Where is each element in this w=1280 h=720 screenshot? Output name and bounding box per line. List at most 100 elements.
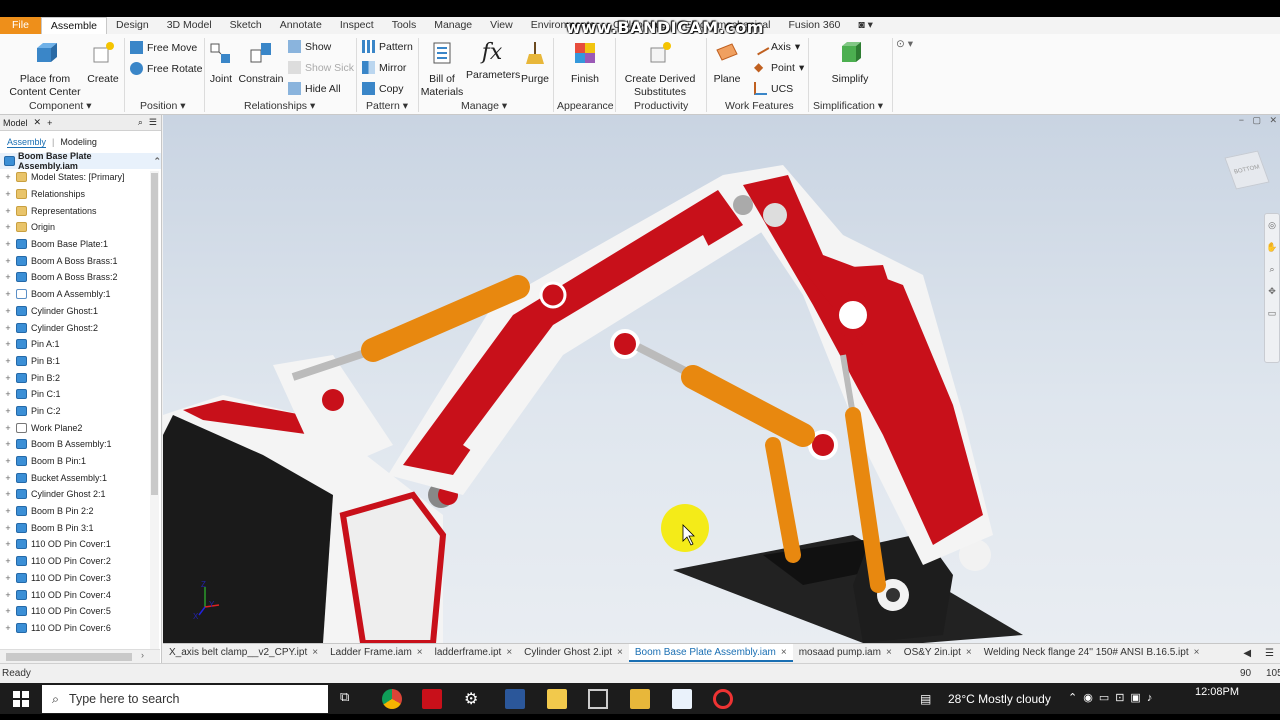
- document-tab[interactable]: Welding Neck flange 24'' 150# ANSI B.16.…: [978, 644, 1206, 662]
- place-from-content-center-button[interactable]: Place from Content Center: [6, 40, 84, 99]
- create-component-button[interactable]: Create: [86, 40, 120, 86]
- document-tab[interactable]: Boom Base Plate Assembly.iam ×: [628, 644, 793, 662]
- group-manage[interactable]: Manage ▾: [461, 100, 507, 112]
- tree-item[interactable]: +110 OD Pin Cover:5: [0, 603, 161, 620]
- expand-icon[interactable]: +: [4, 439, 12, 449]
- hide-all-button[interactable]: Hide All: [288, 82, 341, 95]
- mirror-button[interactable]: Mirror: [362, 61, 406, 74]
- group-position[interactable]: Position ▾: [140, 100, 186, 112]
- expand-icon[interactable]: +: [4, 256, 12, 266]
- tab-design[interactable]: Design: [107, 17, 158, 34]
- tree-item[interactable]: + Pin B:1: [0, 353, 161, 370]
- expand-icon[interactable]: +: [4, 489, 12, 499]
- tree-item[interactable]: + Boom A Assembly:1: [0, 286, 161, 303]
- close-tab-icon[interactable]: ×: [617, 644, 623, 662]
- tree-item[interactable]: +110 OD Pin Cover:3: [0, 570, 161, 587]
- tree-item[interactable]: + Work Plane2: [0, 419, 161, 436]
- tree-root[interactable]: Boom Base Plate Assembly.iam ⌃: [0, 151, 161, 171]
- create-derived-substitutes-button[interactable]: Create Derived Substitutes: [620, 40, 700, 99]
- tree-item[interactable]: + Model States: [Primary]: [0, 169, 161, 186]
- tab-fusion-360[interactable]: Fusion 360: [779, 17, 849, 34]
- bandicam-record-icon[interactable]: [713, 689, 733, 709]
- document-tab[interactable]: ladderframe.ipt ×: [429, 644, 519, 662]
- search-icon[interactable]: ⌕: [138, 117, 143, 128]
- browser-horizontal-scrollbar[interactable]: ›: [0, 649, 160, 663]
- tree-item[interactable]: + Bucket Assembly:1: [0, 469, 161, 486]
- system-tray-icons[interactable]: ⌃◉▭⊡▣♪: [1068, 691, 1158, 704]
- tree-item[interactable]: +110 OD Pin Cover:1: [0, 536, 161, 553]
- group-component[interactable]: Component ▾: [29, 100, 92, 112]
- tree-item[interactable]: + Cylinder Ghost:2: [0, 319, 161, 336]
- expand-icon[interactable]: +: [4, 573, 12, 583]
- taskbar-search-box[interactable]: ⌕ Type here to search: [42, 685, 328, 713]
- group-simplification[interactable]: Simplification ▾: [813, 100, 883, 112]
- axis-button[interactable]: Axis ▾: [751, 37, 800, 56]
- expand-icon[interactable]: +: [4, 506, 12, 516]
- tree-item[interactable]: + Boom B Assembly:1: [0, 436, 161, 453]
- document-tab[interactable]: mosaad pump.iam ×: [793, 644, 898, 662]
- finish-button[interactable]: Finish: [560, 40, 610, 86]
- tab-file[interactable]: File: [0, 17, 41, 34]
- expand-icon[interactable]: +: [4, 323, 12, 333]
- tree-item[interactable]: + Boom A Boss Brass:1: [0, 252, 161, 269]
- orbit-icon[interactable]: ✥: [1265, 280, 1279, 302]
- close-tab-icon[interactable]: ×: [1194, 644, 1200, 662]
- tree-item[interactable]: + Pin B:2: [0, 369, 161, 386]
- inventor-icon[interactable]: [630, 689, 650, 709]
- joint-button[interactable]: Joint: [206, 40, 236, 86]
- tree-item[interactable]: + Origin: [0, 219, 161, 236]
- simplify-button[interactable]: Simplify: [826, 40, 874, 86]
- group-relationships[interactable]: Relationships ▾: [244, 100, 315, 112]
- settings-gear-icon[interactable]: ⚙: [464, 689, 484, 709]
- point-button[interactable]: ◆ Point ▾: [754, 61, 804, 74]
- close-icon[interactable]: ✕: [34, 117, 42, 128]
- document-tab[interactable]: Ladder Frame.iam ×: [324, 644, 429, 662]
- show-button[interactable]: Show: [288, 40, 331, 53]
- windows-start-icon[interactable]: [11, 689, 31, 709]
- tree-item[interactable]: +110 OD Pin Cover:6: [0, 620, 161, 637]
- expand-icon[interactable]: +: [4, 339, 12, 349]
- weather-icon[interactable]: ▤: [920, 692, 931, 706]
- group-pattern[interactable]: Pattern ▾: [366, 100, 408, 112]
- expand-icon[interactable]: +: [4, 473, 12, 483]
- expand-icon[interactable]: +: [4, 306, 12, 316]
- clock[interactable]: 12:08PM: [1195, 686, 1239, 698]
- expand-icon[interactable]: +: [4, 172, 12, 182]
- close-tab-icon[interactable]: ×: [966, 644, 972, 662]
- tree-item[interactable]: + Relationships: [0, 186, 161, 203]
- navigation-bar[interactable]: ◎ ✋ ⌕ ✥ ▭: [1264, 213, 1280, 363]
- tab-view[interactable]: View: [481, 17, 522, 34]
- view-toggle-icon[interactable]: ◙ ▾: [849, 17, 882, 34]
- close-tab-icon[interactable]: ×: [781, 644, 787, 660]
- tab-manage[interactable]: Manage: [425, 17, 481, 34]
- free-rotate-button[interactable]: Free Rotate: [130, 62, 202, 75]
- plane-button[interactable]: Plane: [710, 40, 744, 86]
- expand-icon[interactable]: +: [4, 239, 12, 249]
- graphics-viewport[interactable]: Z Y X BOTTOM − ▢ ✕ ◎ ✋ ⌕ ✥ ▭: [163, 115, 1280, 643]
- document-tab[interactable]: Cylinder Ghost 2.ipt ×: [518, 644, 629, 662]
- expand-icon[interactable]: +: [4, 189, 12, 199]
- expand-icon[interactable]: +: [4, 523, 12, 533]
- tree-item[interactable]: + Boom B Pin 3:1: [0, 519, 161, 536]
- collapse-icon[interactable]: ⌃: [153, 156, 161, 167]
- tree-item[interactable]: +110 OD Pin Cover:4: [0, 586, 161, 603]
- add-panel-icon[interactable]: +: [47, 118, 52, 128]
- constrain-button[interactable]: Constrain: [238, 40, 284, 86]
- document-tab[interactable]: OS&Y 2in.ipt ×: [898, 644, 978, 662]
- file-explorer-icon[interactable]: [547, 689, 567, 709]
- pattern-button[interactable]: Pattern: [362, 40, 413, 53]
- task-view-icon[interactable]: ⧉: [340, 689, 360, 709]
- bill-of-materials-button[interactable]: Bill of Materials: [420, 40, 464, 99]
- viewport-window-controls[interactable]: − ▢ ✕: [1239, 115, 1280, 126]
- ucs-button[interactable]: UCS: [754, 82, 793, 95]
- expand-icon[interactable]: +: [4, 389, 12, 399]
- expand-icon[interactable]: +: [4, 606, 12, 616]
- tree-item[interactable]: + Cylinder Ghost 2:1: [0, 486, 161, 503]
- copy-button[interactable]: Copy: [362, 82, 404, 95]
- tab-menu-icon[interactable]: ☰: [1259, 648, 1280, 659]
- expand-icon[interactable]: +: [4, 289, 12, 299]
- chrome-icon[interactable]: [382, 689, 402, 709]
- expand-icon[interactable]: +: [4, 272, 12, 282]
- browser-vertical-scrollbar[interactable]: [150, 171, 159, 656]
- subtab-assembly[interactable]: Assembly: [7, 137, 47, 148]
